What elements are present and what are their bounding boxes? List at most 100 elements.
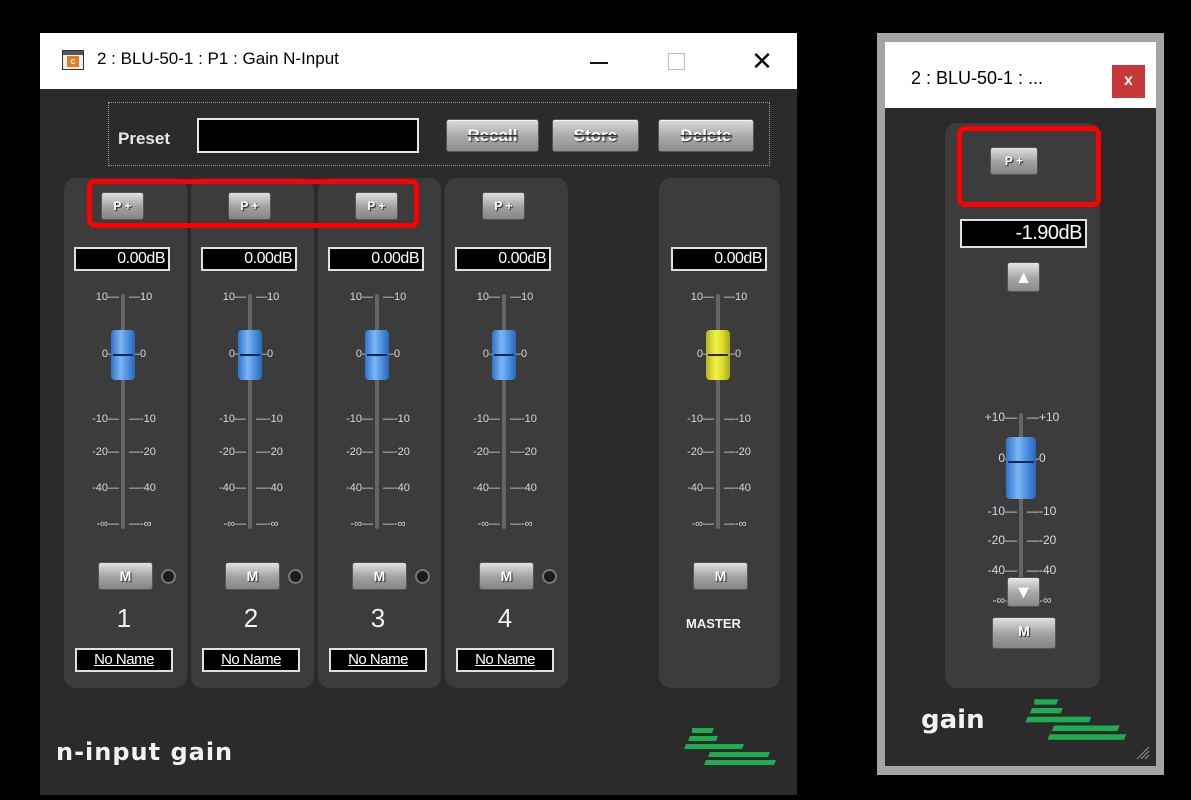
minimize-button[interactable] — [577, 41, 621, 81]
scale-label-left: -∞— — [96, 518, 119, 530]
delete-button[interactable]: Delete — [658, 119, 754, 152]
scale-label-right: —-20 — [256, 446, 283, 458]
scale-label-right: —-∞ — [724, 518, 747, 530]
tick-label: -40 — [687, 482, 703, 494]
channel-name[interactable]: No Name — [202, 648, 300, 672]
tick-label: -10 — [394, 413, 410, 425]
tick-label: -10 — [473, 413, 489, 425]
channel-fader[interactable] — [111, 330, 135, 380]
tick-label: 0 — [228, 348, 235, 360]
channel-gain-value[interactable]: 0.00dB — [328, 247, 424, 271]
tick-label: -∞ — [1039, 593, 1052, 607]
scale-label-left: -20— — [92, 446, 119, 458]
tick-label: -10 — [219, 413, 235, 425]
scale-label-right: —-20 — [129, 446, 156, 458]
resize-grip-icon[interactable] — [1136, 746, 1150, 760]
scale-label-left: -40— — [473, 482, 500, 494]
tick-label: 0 — [140, 348, 147, 360]
scale-label-left: -10— — [687, 413, 714, 425]
mute-button[interactable]: M — [98, 562, 153, 590]
tick-label: -40 — [346, 482, 362, 494]
scale-label-right: —-10 — [383, 413, 410, 425]
mute-button[interactable]: M — [225, 562, 280, 590]
master-gain-value[interactable]: 0.00dB — [671, 247, 767, 271]
master-fader-thumb[interactable] — [706, 330, 730, 380]
tick-label: -10 — [267, 413, 283, 425]
recall-button[interactable]: Recall — [446, 119, 539, 152]
scale-label-left: -10— — [473, 413, 500, 425]
title-bar-2[interactable]: 2 : BLU-50-1 : ... x — [885, 42, 1156, 108]
tick-label: -40 — [92, 482, 108, 494]
tick-label: -40 — [267, 482, 283, 494]
channel-name[interactable]: No Name — [329, 648, 427, 672]
window-title-2: 2 : BLU-50-1 : ... — [911, 68, 1044, 88]
store-button[interactable]: Store — [552, 119, 639, 152]
tick-label: -20 — [219, 446, 235, 458]
channel-number: 4 — [497, 603, 513, 633]
scale-label-left: -40— — [219, 482, 246, 494]
gain-down-button[interactable]: ▼ — [1007, 577, 1040, 607]
gain-fader-thumb[interactable] — [1006, 437, 1036, 500]
tick-label: 10 — [140, 291, 153, 303]
tick-label: +10 — [1039, 410, 1060, 424]
channel-fader[interactable] — [365, 330, 389, 380]
channel-fader[interactable] — [492, 330, 516, 380]
close-button[interactable]: ✕ — [740, 41, 784, 81]
tick-label: -40 — [473, 482, 489, 494]
scale-label-left: -∞— — [223, 518, 246, 530]
scale-label-right: —-10 — [724, 413, 751, 425]
master-mute-button[interactable]: M — [693, 562, 748, 590]
scale-label-left: -10— — [219, 413, 246, 425]
title-bar[interactable]: c 2 : BLU-50-1 : P1 : Gain N-Input ✕ — [40, 33, 797, 89]
scale-label-left: -40— — [687, 482, 714, 494]
scale-label-left: 10— — [349, 291, 373, 303]
channel-name[interactable]: No Name — [456, 648, 554, 672]
maximize-button[interactable] — [654, 41, 698, 81]
window-title: 2 : BLU-50-1 : P1 : Gain N-Input — [97, 49, 339, 68]
tick-label: -∞ — [691, 518, 703, 530]
scale-label-right: —-10 — [129, 413, 156, 425]
channel-gain-value[interactable]: 0.00dB — [201, 247, 297, 271]
scale-label-left: -20— — [346, 446, 373, 458]
mute-button[interactable]: M — [479, 562, 534, 590]
scale-label-left: -20— — [219, 446, 246, 458]
tick-label: -20 — [394, 446, 410, 458]
mute-button[interactable]: M — [352, 562, 407, 590]
app-icon: c — [62, 50, 84, 70]
preset-input[interactable] — [197, 118, 419, 153]
tick-label: 0 — [696, 348, 703, 360]
scale-label-right: —10 — [383, 291, 407, 303]
scale-label-right: —-40 — [256, 482, 283, 494]
channel-name[interactable]: No Name — [75, 648, 173, 672]
channel-fader[interactable] — [238, 330, 262, 380]
tick-label: -40 — [521, 482, 537, 494]
gain-up-button[interactable]: ▲ — [1007, 262, 1040, 292]
scale-label-left: -10— — [92, 413, 119, 425]
p-plus-button[interactable]: P + — [482, 192, 525, 220]
tick-label: -20 — [140, 446, 156, 458]
tick-label: 0 — [1039, 451, 1046, 465]
tick-label: -10 — [687, 413, 703, 425]
scale-label-left: 10— — [222, 291, 246, 303]
scale-label-left: -20— — [687, 446, 714, 458]
mute-button[interactable]: M — [992, 617, 1056, 649]
tick-label: -20 — [687, 446, 703, 458]
scale-label-right: —10 — [510, 291, 534, 303]
tick-label: -40 — [394, 482, 410, 494]
close-button-2[interactable]: x — [1112, 65, 1145, 98]
tick-label: -∞ — [477, 518, 489, 530]
tick-label: -20 — [1039, 533, 1057, 547]
scale-label-right: —-40 — [510, 482, 537, 494]
mute-led — [161, 569, 176, 584]
channel-gain-value[interactable]: 0.00dB — [455, 247, 551, 271]
tick-label: -∞ — [735, 518, 747, 530]
scale-label-left: -∞— — [350, 518, 373, 530]
scale-label-left: -40— — [987, 563, 1017, 577]
scale-label-left: -∞— — [477, 518, 500, 530]
tick-label: 10 — [476, 291, 489, 303]
gain-value[interactable]: -1.90dB — [960, 219, 1087, 248]
tick-label: 10 — [95, 291, 108, 303]
channel-number: 3 — [370, 603, 386, 633]
channel-gain-value[interactable]: 0.00dB — [74, 247, 170, 271]
tick-label: -∞ — [521, 518, 533, 530]
